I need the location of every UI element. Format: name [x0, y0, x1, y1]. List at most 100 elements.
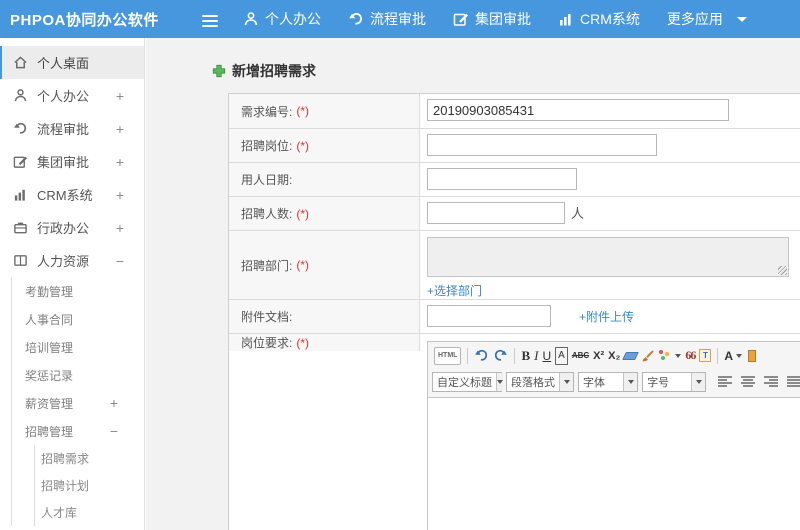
- page-title-text: 新增招聘需求: [232, 63, 316, 79]
- field-label: 岗位要求: (*): [229, 334, 420, 351]
- sidebar-item-label: 招聘管理: [25, 424, 74, 439]
- caret-down-icon: [736, 353, 743, 358]
- brush-icon[interactable]: [641, 347, 655, 365]
- page-title: 新增招聘需求: [212, 61, 316, 81]
- headcount-input[interactable]: [427, 202, 565, 224]
- resize-grip-icon[interactable]: [778, 266, 787, 275]
- paragraph-format-select[interactable]: 段落格式: [506, 371, 574, 392]
- sidebar-item-crm[interactable]: CRM系统 +: [0, 178, 144, 211]
- sidebar-item-human-resources[interactable]: 人力资源 −: [0, 244, 144, 277]
- unit-suffix: 人: [571, 205, 585, 221]
- strikethrough-button[interactable]: ABC: [572, 347, 589, 365]
- subscript-button[interactable]: X₂: [608, 347, 620, 365]
- editor-toolbar-row1: HTML B I U A ABC X² X₂ 66 T A: [428, 342, 800, 369]
- align-right-icon[interactable]: [764, 375, 778, 388]
- align-center-icon[interactable]: [741, 375, 755, 388]
- attachment-input[interactable]: [427, 305, 551, 327]
- sidebar-item-admin-office[interactable]: 行政办公 +: [0, 211, 144, 244]
- sidebar-item-group-approval[interactable]: 集团审批 +: [0, 145, 144, 178]
- expand-icon[interactable]: +: [116, 188, 124, 202]
- nav-label: 个人办公: [265, 11, 321, 27]
- sidebar-item-personal-office[interactable]: 个人办公 +: [0, 79, 144, 112]
- select-department-link[interactable]: +选择部门: [427, 282, 800, 299]
- font-style-button[interactable]: A: [555, 346, 568, 365]
- required-mark: (*): [296, 104, 310, 118]
- font-family-select[interactable]: 字体: [578, 371, 639, 392]
- expand-icon[interactable]: +: [116, 221, 124, 235]
- expand-icon[interactable]: +: [116, 155, 124, 169]
- redo-icon[interactable]: [493, 347, 508, 365]
- required-mark: (*): [296, 206, 310, 221]
- sidebar-item-training[interactable]: 培训管理: [12, 333, 144, 361]
- hire-date-input[interactable]: [427, 168, 577, 190]
- toolbar-separator: [514, 347, 516, 364]
- html-source-button[interactable]: HTML: [434, 346, 462, 365]
- clipped-toolbar-icon[interactable]: [748, 349, 757, 362]
- process-icon: [13, 121, 28, 136]
- palette-icon[interactable]: [659, 347, 682, 365]
- sidebar-item-recruit-mgmt[interactable]: 招聘管理 −: [12, 417, 144, 445]
- sidebar-item-label: 招聘计划: [41, 479, 90, 493]
- undo-icon[interactable]: [474, 347, 489, 365]
- demand-code-input[interactable]: [427, 99, 729, 121]
- editor-content-area[interactable]: [428, 397, 800, 530]
- sidebar-item-attendance[interactable]: 考勤管理: [12, 277, 144, 305]
- rich-text-editor: HTML B I U A ABC X² X₂ 66 T A 自定义标题 段落格式…: [427, 341, 800, 530]
- collapse-icon[interactable]: −: [110, 424, 118, 438]
- form-row-date: 用人日期:: [229, 163, 800, 197]
- briefcase-icon: [13, 220, 28, 235]
- font-color-button[interactable]: A: [724, 347, 743, 365]
- italic-button[interactable]: I: [534, 347, 538, 365]
- chart-icon: [13, 187, 28, 202]
- add-plus-icon: [212, 64, 226, 78]
- caret-down-icon: [675, 353, 682, 358]
- sidebar-item-workflow-approval[interactable]: 流程审批 +: [0, 112, 144, 145]
- sidebar: 个人桌面 个人办公 + 流程审批 + 集团审批 + CRM系统 + 行政办公 +: [0, 38, 145, 530]
- expand-icon[interactable]: +: [116, 89, 124, 103]
- nav-group-approval[interactable]: 集团审批: [453, 9, 531, 29]
- nav-personal-office[interactable]: 个人办公: [243, 9, 321, 29]
- font-size-select[interactable]: 字号: [642, 371, 706, 392]
- expand-icon[interactable]: +: [110, 396, 118, 410]
- eraser-icon[interactable]: [622, 347, 640, 365]
- sidebar-item-label: 行政办公: [37, 221, 90, 236]
- sidebar-item-salary[interactable]: 薪资管理 +: [12, 389, 144, 417]
- edit-icon: [13, 154, 28, 169]
- upload-attachment-link[interactable]: +附件上传: [579, 310, 634, 324]
- superscript-button[interactable]: X²: [593, 347, 604, 365]
- sidebar-item-label: 招聘需求: [41, 452, 90, 466]
- sidebar-item-personal-desktop[interactable]: 个人桌面: [0, 46, 144, 79]
- department-textarea[interactable]: [427, 237, 789, 277]
- sidebar-item-label: 个人桌面: [37, 56, 90, 71]
- form-row-code: 需求编号: (*): [229, 94, 800, 129]
- sidebar-item-hr-contract[interactable]: 人事合同: [12, 305, 144, 333]
- sidebar-item-label: 考勤管理: [25, 284, 74, 299]
- form-row-attachment: 附件文档: +附件上传: [229, 300, 800, 334]
- nav-workflow-approval[interactable]: 流程审批: [348, 9, 426, 29]
- nav-more-apps[interactable]: 更多应用: [667, 9, 747, 29]
- caret-down-icon: [691, 372, 705, 391]
- align-justify-icon[interactable]: [787, 375, 800, 388]
- form-row-requirement: 岗位要求: (*) HTML B I U A ABC X² X₂ 66 T A …: [229, 334, 800, 530]
- sidebar-item-talent-pool[interactable]: 人才库: [35, 499, 144, 526]
- nav-crm-system[interactable]: CRM系统: [558, 9, 640, 29]
- bold-button[interactable]: B: [521, 347, 530, 365]
- sidebar-item-recruit-demand[interactable]: 招聘需求: [35, 445, 144, 472]
- align-left-icon[interactable]: [718, 375, 732, 388]
- position-input[interactable]: [427, 134, 657, 156]
- sidebar-item-rewards[interactable]: 奖惩记录: [12, 361, 144, 389]
- form-row-count: 招聘人数: (*) 人: [229, 197, 800, 231]
- sidebar-item-label: 流程审批: [37, 122, 90, 137]
- paste-icon[interactable]: T: [699, 347, 712, 365]
- toolbar-separator: [467, 347, 469, 364]
- hamburger-menu-icon[interactable]: [202, 12, 219, 30]
- sidebar-item-recruit-plan[interactable]: 招聘计划: [35, 472, 144, 499]
- editor-toolbar-row2: 自定义标题 段落格式 字体 字号: [428, 369, 800, 397]
- form-row-position: 招聘岗位: (*): [229, 129, 800, 163]
- collapse-icon[interactable]: −: [116, 254, 124, 268]
- underline-button[interactable]: U: [542, 347, 551, 365]
- blockquote-button[interactable]: 66: [685, 347, 696, 365]
- field-label: 需求编号: (*): [229, 94, 420, 128]
- expand-icon[interactable]: +: [116, 122, 124, 136]
- custom-title-select[interactable]: 自定义标题: [432, 371, 503, 392]
